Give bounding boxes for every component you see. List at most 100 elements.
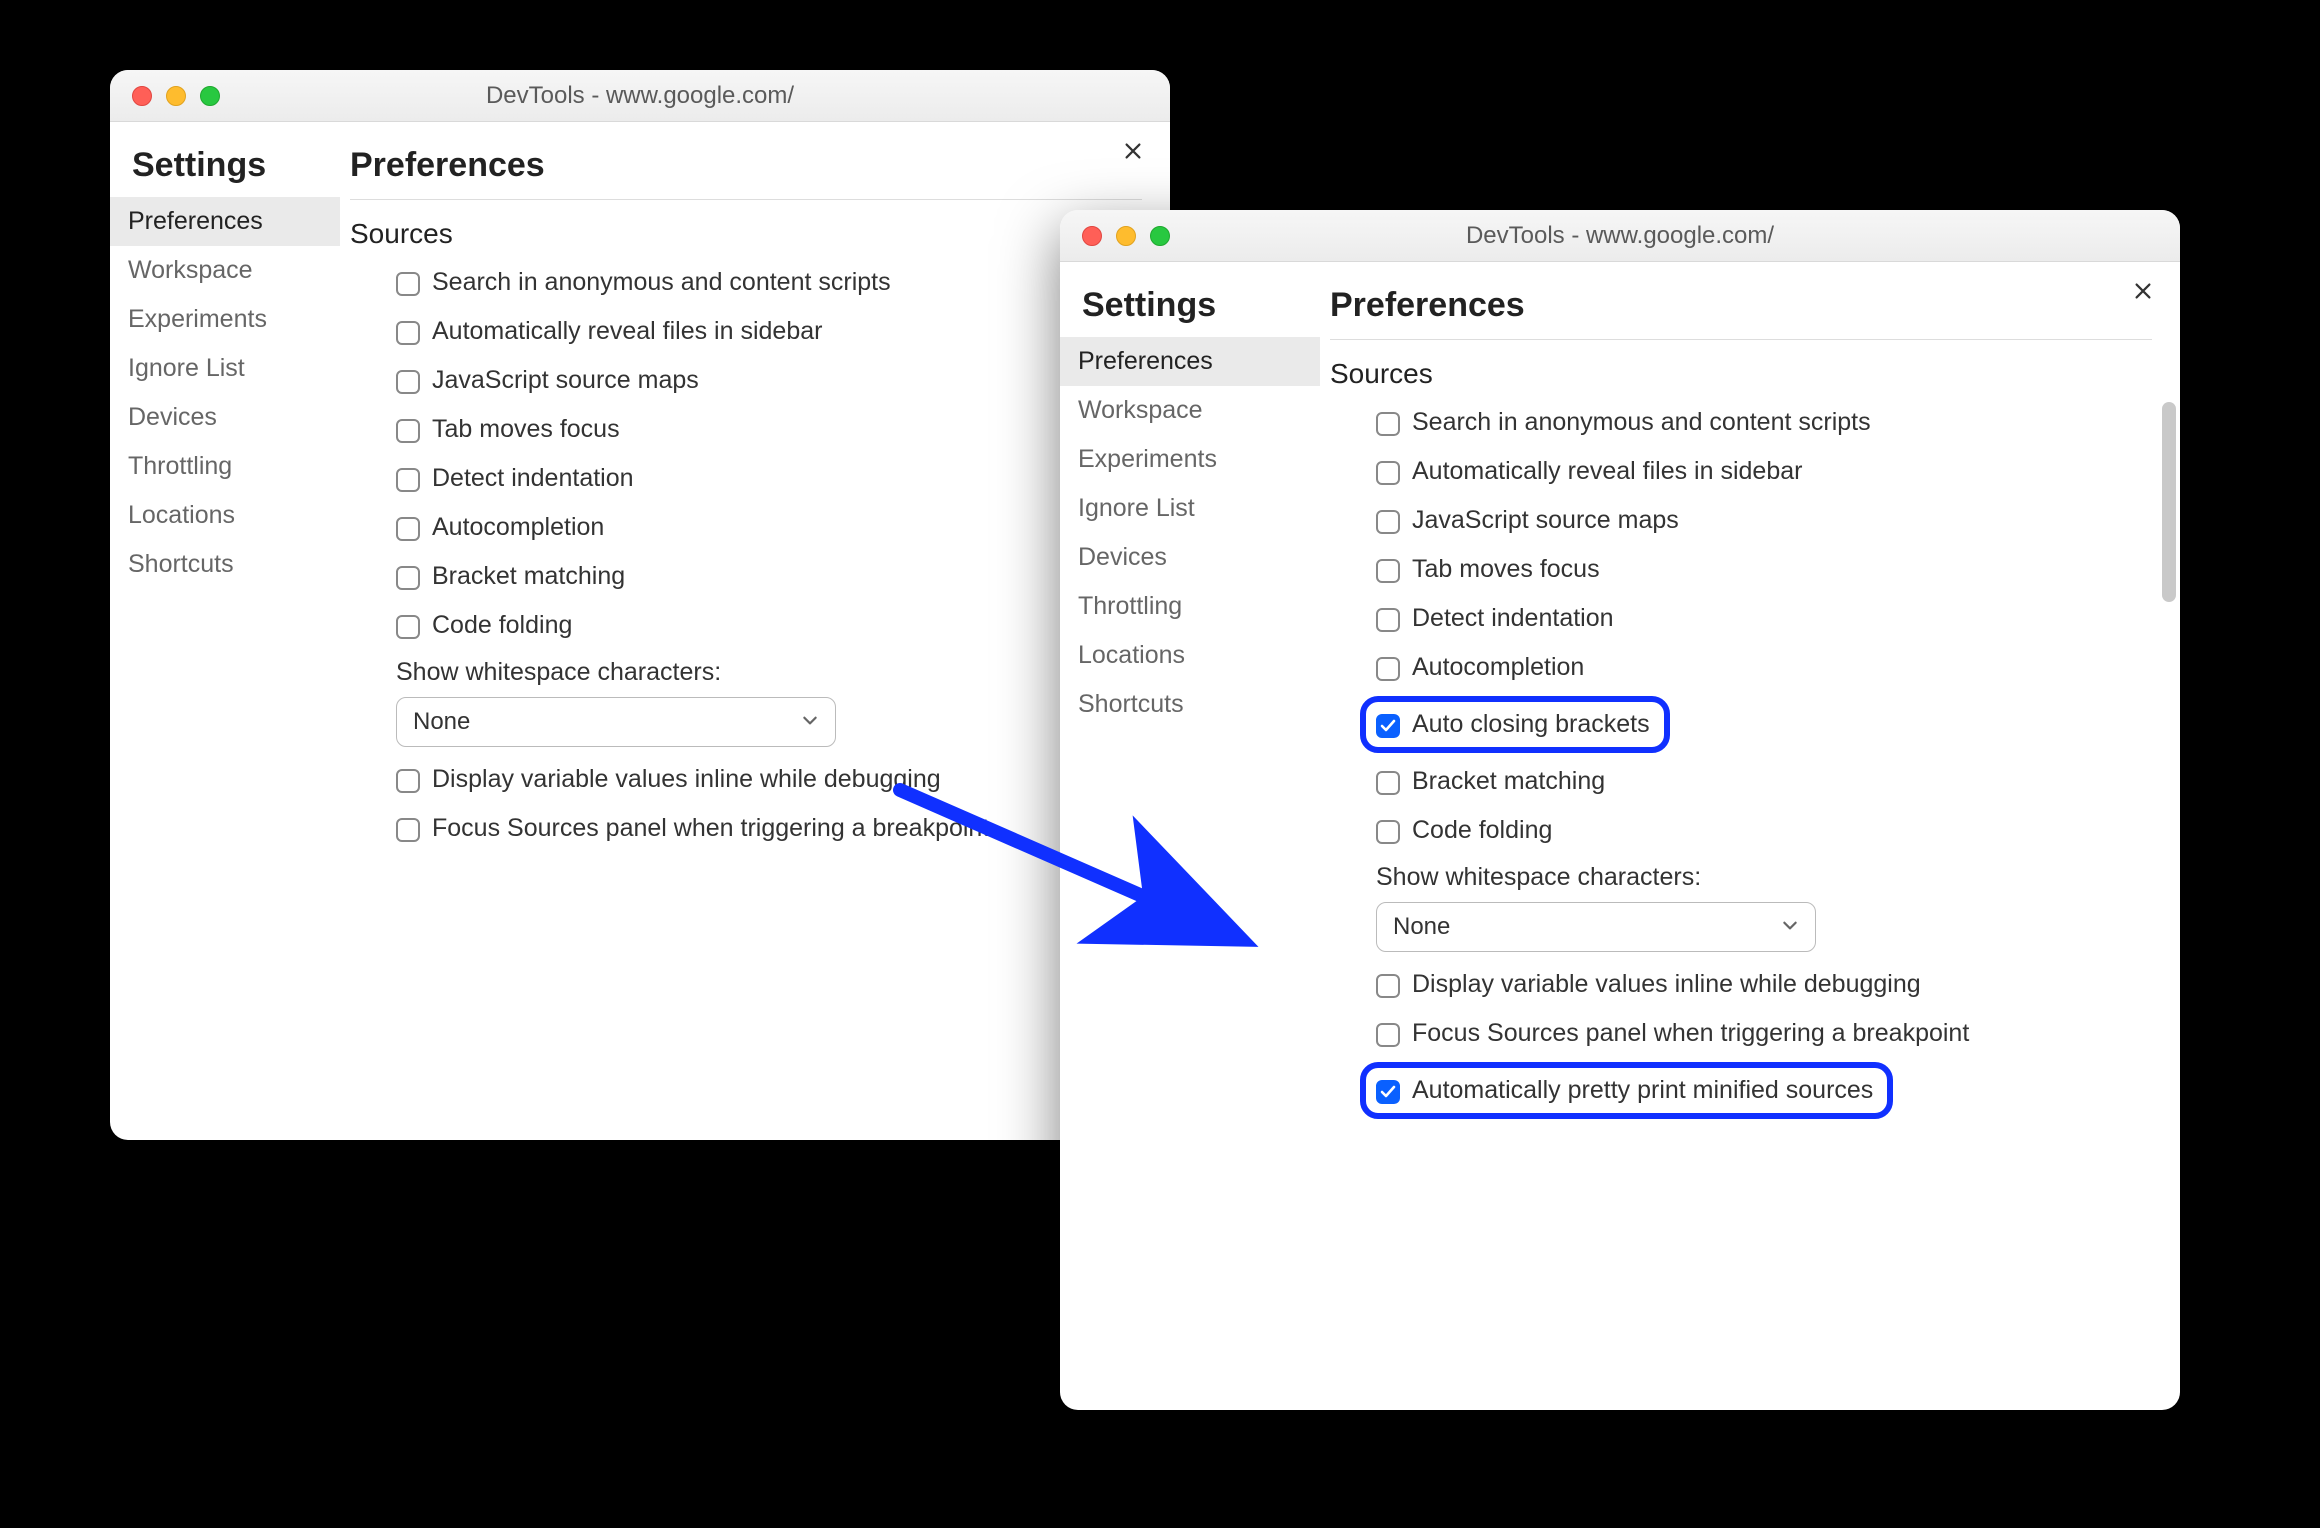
whitespace-select[interactable]: None: [396, 697, 836, 747]
checkbox[interactable]: [1376, 608, 1400, 632]
window-traffic-lights: [1060, 226, 1170, 246]
option-row: Code folding: [1376, 806, 2172, 855]
settings-sidebar: Settings PreferencesWorkspaceExperiments…: [1060, 262, 1320, 1410]
checkbox[interactable]: [396, 370, 420, 394]
minimize-window-button[interactable]: [1116, 226, 1136, 246]
checkbox[interactable]: [396, 419, 420, 443]
checkbox[interactable]: [1376, 1023, 1400, 1047]
highlight-annotation: Automatically pretty print minified sour…: [1360, 1062, 1893, 1119]
chevron-down-icon: [1781, 913, 1799, 941]
window-title: DevTools - www.google.com/: [110, 82, 1170, 110]
option-label: Bracket matching: [432, 562, 625, 591]
option-row: Bracket matching: [396, 552, 1162, 601]
minimize-window-button[interactable]: [166, 86, 186, 106]
option-label: Search in anonymous and content scripts: [1412, 408, 1871, 437]
option-label: Code folding: [1412, 816, 1552, 845]
sidebar-item-devices[interactable]: Devices: [110, 393, 340, 442]
option-row: Autocompletion: [1376, 643, 2172, 692]
highlight-annotation: Auto closing brackets: [1360, 696, 1670, 753]
settings-sidebar: Settings PreferencesWorkspaceExperiments…: [110, 122, 340, 1140]
checkbox[interactable]: [1376, 714, 1400, 738]
option-row: Code folding: [396, 601, 1162, 650]
window-title: DevTools - www.google.com/: [1060, 222, 2180, 250]
checkbox[interactable]: [1376, 412, 1400, 436]
option-label: Search in anonymous and content scripts: [432, 268, 891, 297]
sidebar-item-locations[interactable]: Locations: [1060, 631, 1320, 680]
sidebar-item-experiments[interactable]: Experiments: [1060, 435, 1320, 484]
option-row: Focus Sources panel when triggering a br…: [396, 804, 1162, 853]
close-window-button[interactable]: [1082, 226, 1102, 246]
select-value: None: [1393, 913, 1450, 941]
section-heading: Sources: [350, 212, 1162, 258]
checkbox[interactable]: [396, 615, 420, 639]
sidebar-item-devices[interactable]: Devices: [1060, 533, 1320, 582]
window-body: Settings PreferencesWorkspaceExperiments…: [1060, 262, 2180, 1410]
select-row: Show whitespace characters: None: [1376, 855, 2172, 960]
checkbox[interactable]: [1376, 820, 1400, 844]
option-row: Bracket matching: [1376, 757, 2172, 806]
sidebar-item-preferences[interactable]: Preferences: [110, 197, 340, 246]
checkbox[interactable]: [1376, 771, 1400, 795]
page-title: Preferences: [1330, 278, 2152, 340]
sidebar-item-preferences[interactable]: Preferences: [1060, 337, 1320, 386]
zoom-window-button[interactable]: [1150, 226, 1170, 246]
option-row: Automatically reveal files in sidebar: [1376, 447, 2172, 496]
scrollbar[interactable]: [2162, 402, 2176, 1370]
checkbox[interactable]: [1376, 559, 1400, 583]
option-label: Automatically pretty print minified sour…: [1412, 1076, 1873, 1105]
option-row: Autocompletion: [396, 503, 1162, 552]
option-label: Tab moves focus: [1412, 555, 1600, 584]
scrollbar-thumb[interactable]: [2162, 402, 2176, 602]
settings-main: Preferences Sources Search in anonymous …: [1320, 262, 2180, 1410]
option-label: Focus Sources panel when triggering a br…: [432, 814, 989, 843]
option-label: Display variable values inline while deb…: [432, 765, 941, 794]
option-label: Autocompletion: [432, 513, 604, 542]
checkbox[interactable]: [1376, 1080, 1400, 1104]
checkbox[interactable]: [396, 566, 420, 590]
section-heading: Sources: [1330, 352, 2172, 398]
checkbox[interactable]: [396, 272, 420, 296]
sidebar-item-throttling[interactable]: Throttling: [110, 442, 340, 491]
checkbox[interactable]: [396, 321, 420, 345]
option-label: Display variable values inline while deb…: [1412, 970, 1921, 999]
option-row: Tab moves focus: [396, 405, 1162, 454]
sidebar-item-throttling[interactable]: Throttling: [1060, 582, 1320, 631]
settings-title: Settings: [1060, 276, 1320, 337]
option-row: Automatically pretty print minified sour…: [1376, 1058, 2172, 1123]
option-label: Detect indentation: [1412, 604, 1614, 633]
sidebar-item-ignore-list[interactable]: Ignore List: [110, 344, 340, 393]
option-label: Focus Sources panel when triggering a br…: [1412, 1019, 1969, 1048]
option-label: Bracket matching: [1412, 767, 1605, 796]
option-label: Code folding: [432, 611, 572, 640]
option-label: JavaScript source maps: [1412, 506, 1679, 535]
zoom-window-button[interactable]: [200, 86, 220, 106]
option-row: JavaScript source maps: [1376, 496, 2172, 545]
checkbox[interactable]: [396, 818, 420, 842]
sidebar-item-locations[interactable]: Locations: [110, 491, 340, 540]
select-label: Show whitespace characters:: [1376, 863, 2172, 902]
select-label: Show whitespace characters:: [396, 658, 1162, 697]
close-window-button[interactable]: [132, 86, 152, 106]
page-title: Preferences: [350, 138, 1142, 200]
option-label: Detect indentation: [432, 464, 634, 493]
sidebar-item-ignore-list[interactable]: Ignore List: [1060, 484, 1320, 533]
checkbox[interactable]: [1376, 510, 1400, 534]
option-row: Automatically reveal files in sidebar: [396, 307, 1162, 356]
checkbox[interactable]: [396, 769, 420, 793]
sidebar-item-workspace[interactable]: Workspace: [1060, 386, 1320, 435]
checkbox[interactable]: [396, 468, 420, 492]
checkbox[interactable]: [1376, 461, 1400, 485]
option-row: Search in anonymous and content scripts: [1376, 398, 2172, 447]
settings-main: Preferences Sources Search in anonymous …: [340, 122, 1170, 1140]
checkbox[interactable]: [396, 517, 420, 541]
whitespace-select[interactable]: None: [1376, 902, 1816, 952]
sidebar-item-experiments[interactable]: Experiments: [110, 295, 340, 344]
sidebar-item-shortcuts[interactable]: Shortcuts: [110, 540, 340, 589]
checkbox[interactable]: [1376, 974, 1400, 998]
option-row: Detect indentation: [396, 454, 1162, 503]
checkbox[interactable]: [1376, 657, 1400, 681]
sidebar-item-shortcuts[interactable]: Shortcuts: [1060, 680, 1320, 729]
option-label: Autocompletion: [1412, 653, 1584, 682]
sidebar-item-workspace[interactable]: Workspace: [110, 246, 340, 295]
option-row: Detect indentation: [1376, 594, 2172, 643]
